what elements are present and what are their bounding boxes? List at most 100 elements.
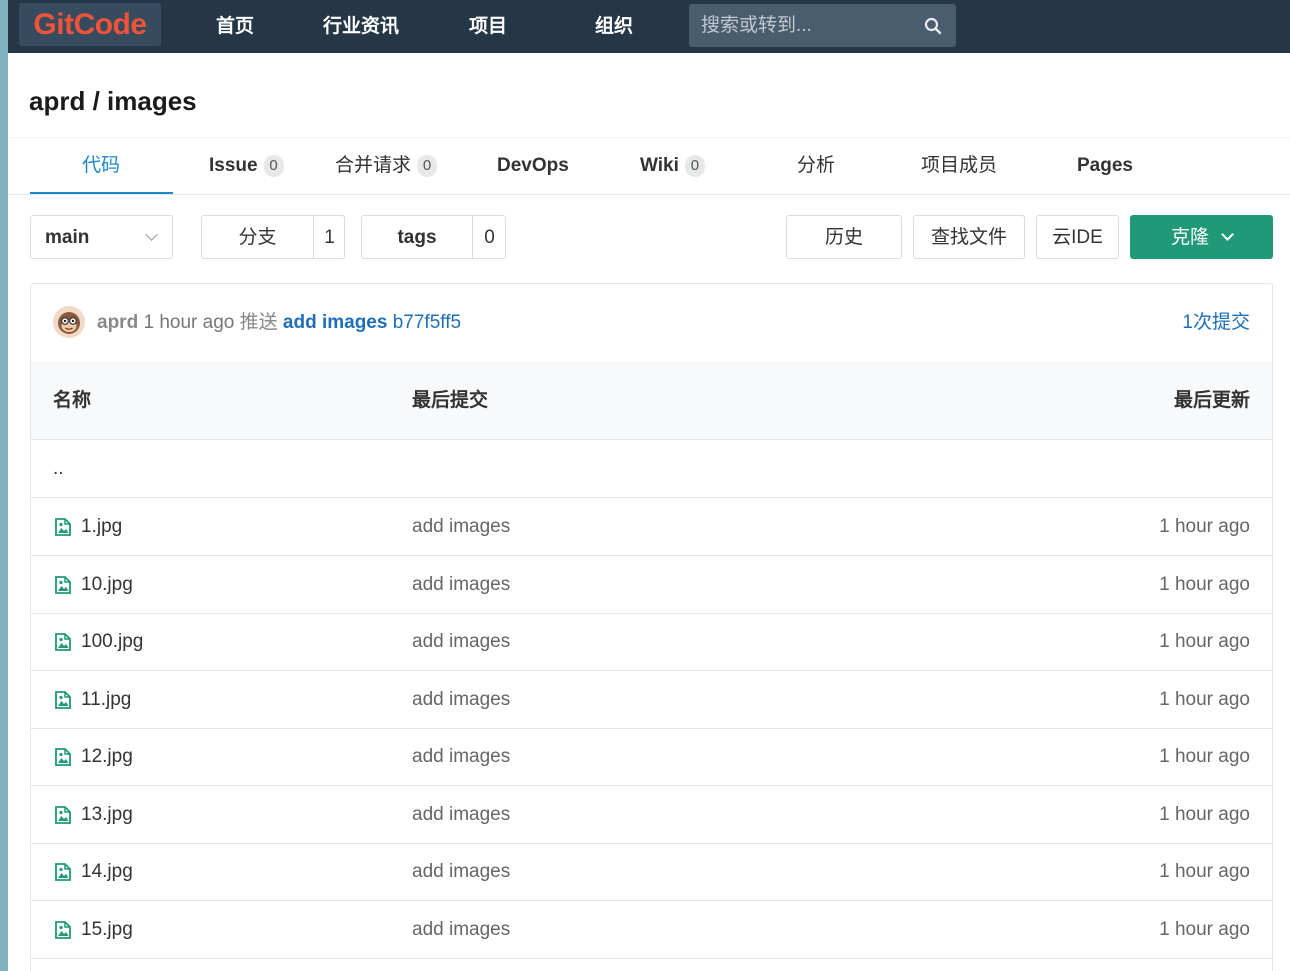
tab-label: 代码 xyxy=(82,155,121,176)
commit-time: 1 hour ago xyxy=(143,312,235,333)
last-commit-bar: aprd 1 hour ago 推送 add images b77f5ff5 1… xyxy=(31,284,1272,362)
file-last-commit-link[interactable]: add images xyxy=(412,786,510,843)
chevron-down-icon xyxy=(145,228,158,241)
active-tab-indicator xyxy=(30,192,173,194)
image-file-icon xyxy=(55,633,71,651)
cloud-ide-button[interactable]: 云IDE xyxy=(1036,215,1119,259)
commit-hash-link[interactable]: b77f5ff5 xyxy=(393,312,461,333)
file-last-commit-link[interactable]: add images xyxy=(412,613,510,670)
column-last-commit-header: 最后提交 xyxy=(412,390,489,411)
search-box xyxy=(689,4,956,47)
branches-count: 1 xyxy=(313,216,345,258)
tags-label: tags xyxy=(397,227,437,248)
file-last-commit-link[interactable]: add images xyxy=(412,671,510,728)
table-row[interactable]: 13.jpg add images 1 hour ago xyxy=(31,786,1272,844)
file-last-updated: 1 hour ago xyxy=(1159,746,1250,767)
file-last-updated: 1 hour ago xyxy=(1159,516,1250,537)
tab-wiki[interactable]: Wiki 0 xyxy=(640,138,705,194)
file-name-link[interactable]: 15.jpg xyxy=(81,901,133,958)
file-name-link[interactable]: 12.jpg xyxy=(81,728,133,785)
tab-label: Pages xyxy=(1077,155,1133,176)
tab-members[interactable]: 项目成员 xyxy=(921,138,997,194)
tab-devops[interactable]: DevOps xyxy=(497,138,569,194)
file-last-commit-link[interactable]: add images xyxy=(412,728,510,785)
tab-issue[interactable]: Issue 0 xyxy=(209,138,284,194)
table-row[interactable]: 12.jpg add images 1 hour ago xyxy=(31,728,1272,786)
image-file-icon xyxy=(55,863,71,881)
file-last-updated: 1 hour ago xyxy=(1159,803,1250,825)
count-badge: 0 xyxy=(684,155,705,177)
file-last-updated: 1 hour ago xyxy=(1159,573,1250,595)
column-name-header: 名称 xyxy=(53,390,92,411)
tab-label: Wiki xyxy=(640,155,679,176)
file-name-link[interactable]: 11.jpg xyxy=(81,671,131,728)
branch-name: main xyxy=(45,227,90,248)
image-file-icon xyxy=(55,920,71,939)
image-file-icon xyxy=(55,690,71,709)
project-title[interactable]: aprd / images xyxy=(29,86,197,117)
search-icon[interactable] xyxy=(924,17,942,35)
table-row[interactable]: 1.jpg add images 1 hour ago xyxy=(31,498,1272,556)
clone-label: 克隆 xyxy=(1170,227,1209,248)
commit-action: 推送 xyxy=(239,312,278,333)
file-name-link[interactable]: 13.jpg xyxy=(81,786,133,843)
image-file-icon xyxy=(55,575,71,594)
file-last-updated: 1 hour ago xyxy=(1159,918,1250,940)
parent-directory-link[interactable]: .. xyxy=(53,440,64,497)
count-badge: 0 xyxy=(417,155,438,177)
image-file-icon xyxy=(55,518,71,536)
parent-directory-row[interactable]: .. xyxy=(31,440,1272,498)
file-last-updated: 1 hour ago xyxy=(1159,688,1250,710)
commit-summary: aprd 1 hour ago 推送 add images b77f5ff5 xyxy=(97,284,461,361)
gitcode-logo[interactable]: GitCode xyxy=(19,3,161,46)
tab-merge-requests[interactable]: 合并请求 0 xyxy=(335,138,438,194)
tags-button[interactable]: tags 0 xyxy=(361,215,506,259)
chevron-down-icon xyxy=(1221,228,1234,241)
file-name-link[interactable]: 10.jpg xyxy=(81,556,133,613)
table-row[interactable]: 14.jpg add images 1 hour ago xyxy=(31,843,1272,901)
search-input[interactable] xyxy=(689,4,921,47)
image-file-icon xyxy=(55,748,71,766)
tab-label: 分析 xyxy=(797,155,836,176)
file-last-updated: 1 hour ago xyxy=(1159,861,1250,882)
file-name-link[interactable]: 100.jpg xyxy=(81,613,143,670)
table-row[interactable]: 100.jpg add images 1 hour ago xyxy=(31,613,1272,671)
nav-organizations[interactable]: 组织 xyxy=(595,0,633,53)
table-header: 名称 最后提交 最后更新 xyxy=(31,361,1272,440)
project-tabs: 代码 Issue 0 合并请求 0 DevOps Wiki 0 分析 项目成员 Pag… xyxy=(8,137,1290,195)
image-file-icon xyxy=(55,805,71,824)
top-navbar: GitCode 首页 行业资讯 项目 组织 xyxy=(8,0,1290,53)
branches-button[interactable]: 分支 1 xyxy=(201,215,345,259)
find-file-button[interactable]: 查找文件 xyxy=(913,215,1025,259)
file-last-commit-link[interactable]: add images xyxy=(412,843,510,900)
tab-label: 合并请求 xyxy=(335,155,412,176)
count-badge: 0 xyxy=(263,155,284,177)
branches-label: 分支 xyxy=(238,227,277,248)
commit-message-link[interactable]: add images xyxy=(283,312,388,333)
table-row[interactable]: 15.jpg add images 1 hour ago xyxy=(31,901,1272,959)
tags-count: 0 xyxy=(472,216,506,258)
left-edge-strip xyxy=(0,0,8,971)
nav-industry-news[interactable]: 行业资讯 xyxy=(323,0,399,53)
commit-author[interactable]: aprd xyxy=(97,312,138,333)
file-name-link[interactable]: 1.jpg xyxy=(81,498,122,555)
commit-count-link[interactable]: 1次提交 xyxy=(1182,284,1250,361)
file-browser-panel: aprd 1 hour ago 推送 add images b77f5ff5 1… xyxy=(30,283,1273,971)
tab-code[interactable]: 代码 xyxy=(82,138,120,194)
nav-home[interactable]: 首页 xyxy=(216,0,254,53)
tab-pages[interactable]: Pages xyxy=(1077,138,1133,194)
tab-analytics[interactable]: 分析 xyxy=(797,138,835,194)
file-last-commit-link[interactable]: add images xyxy=(412,901,510,958)
tab-label: DevOps xyxy=(497,155,569,176)
file-name-link[interactable]: 14.jpg xyxy=(81,843,133,900)
file-last-commit-link[interactable]: add images xyxy=(412,498,510,555)
clone-button[interactable]: 克隆 xyxy=(1130,215,1273,259)
avatar[interactable] xyxy=(53,306,85,338)
file-last-commit-link[interactable]: add images xyxy=(412,556,510,613)
table-row[interactable]: 10.jpg add images 1 hour ago xyxy=(31,556,1272,614)
nav-projects[interactable]: 项目 xyxy=(469,0,507,53)
branch-select[interactable]: main xyxy=(30,215,173,259)
column-last-updated-header: 最后更新 xyxy=(1173,390,1250,411)
history-button[interactable]: 历史 xyxy=(786,215,902,259)
table-row[interactable]: 11.jpg add images 1 hour ago xyxy=(31,671,1272,729)
